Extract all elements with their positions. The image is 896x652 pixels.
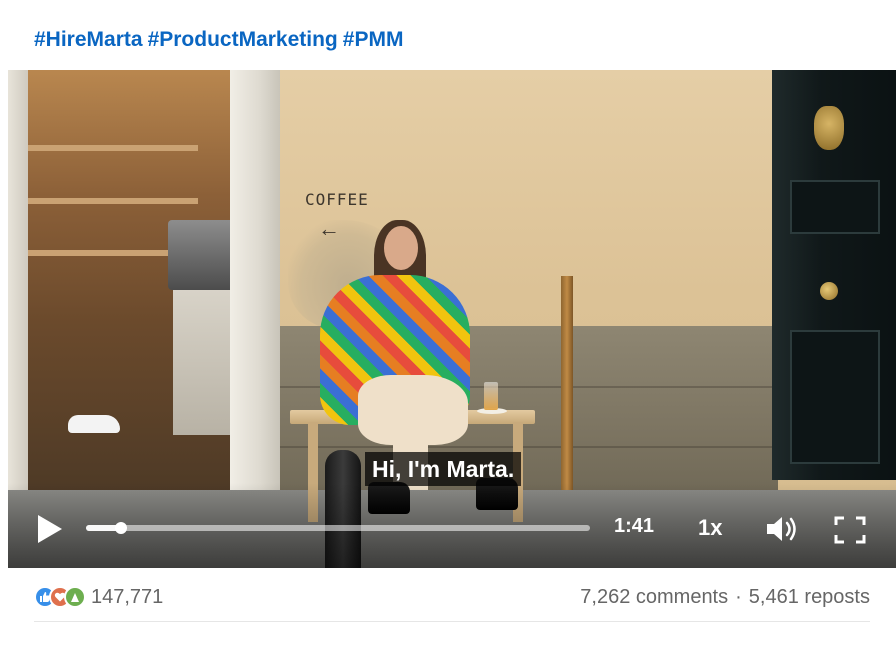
door-frame-left [8, 70, 28, 490]
volume-button[interactable] [765, 514, 799, 544]
social-counts: 147,771 7,262 comments · 5,461 reposts [34, 582, 870, 612]
time-remaining: 1:41 [614, 515, 655, 537]
comments-count-link[interactable]: 7,262 comments [580, 586, 728, 609]
reposts-count-link[interactable]: 5,461 reposts [749, 586, 870, 609]
door-knocker [814, 106, 844, 150]
cafe-shelf [28, 145, 198, 151]
person-head [384, 226, 418, 270]
stone-seam [278, 446, 778, 448]
coffee-sign-text: COFFEE [305, 190, 369, 209]
volume-icon [767, 517, 796, 541]
progress-bar[interactable] [86, 522, 590, 534]
sneaker [68, 415, 120, 433]
video-caption: Hi, I'm Marta. [365, 452, 522, 486]
hashtag-link[interactable]: #ProductMarketing [148, 28, 338, 51]
espresso-machine [168, 220, 238, 290]
engagement-stats: 7,262 comments · 5,461 reposts [580, 582, 870, 612]
drain-pipe [561, 276, 573, 506]
playback-speed-button[interactable]: 1x [698, 515, 722, 541]
door-panel [790, 180, 880, 234]
drink-glass [484, 382, 498, 410]
door-frame [230, 70, 280, 490]
hashtag-link[interactable]: #PMM [343, 28, 404, 51]
hashtag-link[interactable]: #HireMarta [34, 28, 143, 51]
reactions-summary[interactable]: 147,771 [34, 582, 163, 612]
video-player[interactable]: COFFEE ← Hi, I'm Marta. 1:41 1x [8, 70, 896, 568]
door-knob [820, 282, 838, 300]
hashtag-line: #HireMarta #ProductMarketing #PMM [34, 28, 408, 52]
feed-post: #HireMarta #ProductMarketing #PMM COFFEE… [0, 0, 896, 652]
reaction-count: 147,771 [91, 585, 164, 608]
arrow-left-icon: ← [318, 216, 340, 241]
play-icon [38, 515, 62, 543]
play-button[interactable] [36, 513, 64, 545]
separator-dot: · [735, 585, 742, 608]
divider [34, 621, 870, 622]
fullscreen-icon [834, 516, 866, 544]
door-panel [790, 330, 880, 464]
fullscreen-button[interactable] [834, 515, 866, 545]
support-icon [64, 586, 86, 608]
cafe-shelf [28, 198, 198, 204]
